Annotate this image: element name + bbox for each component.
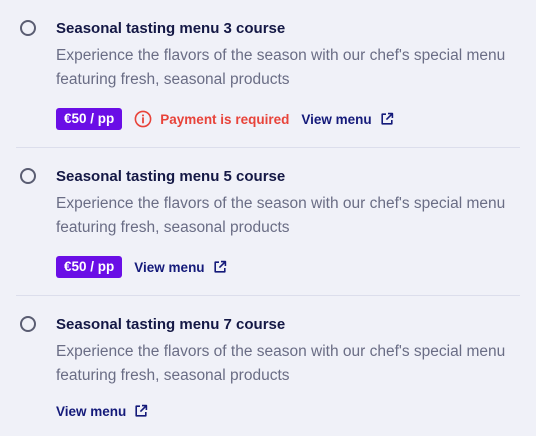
menu-options-panel: Seasonal tasting menu 3 course Experienc… (0, 0, 536, 436)
option-divider (16, 295, 520, 296)
payment-warning: Payment is required (134, 110, 289, 128)
view-menu-label: View menu (301, 111, 372, 127)
option-title: Seasonal tasting menu 3 course (56, 20, 286, 37)
view-menu-label: View menu (56, 403, 127, 419)
option-divider (16, 147, 520, 148)
external-link-icon (135, 404, 148, 417)
external-link-icon (213, 260, 226, 273)
view-menu-link[interactable]: View menu (134, 260, 226, 275)
warning-text: Payment is required (160, 111, 290, 127)
view-menu-link[interactable]: View menu (301, 112, 393, 127)
option-title: Seasonal tasting menu 7 course (56, 316, 286, 333)
price-badge: €50 / pp (56, 256, 123, 278)
option-description: Experience the flavors of the season wit… (56, 343, 506, 384)
option-title: Seasonal tasting menu 5 course (56, 168, 286, 185)
price-badge: €50 / pp (56, 108, 123, 130)
info-circle-icon (134, 110, 152, 128)
option-description: Experience the flavors of the season wit… (56, 195, 506, 236)
option-meta-row: View menu (56, 399, 148, 423)
option-meta-row: €50 / pp Payment is required View menu (56, 107, 394, 131)
radio-button-icon[interactable] (20, 20, 36, 36)
option-meta-row: €50 / pp View menu (56, 255, 227, 279)
view-menu-link[interactable]: View menu (56, 404, 148, 419)
external-link-icon (381, 112, 393, 125)
radio-button-icon[interactable] (20, 316, 36, 332)
view-menu-label: View menu (134, 259, 205, 275)
option-description: Experience the flavors of the season wit… (56, 47, 506, 88)
radio-button-icon[interactable] (20, 168, 36, 184)
